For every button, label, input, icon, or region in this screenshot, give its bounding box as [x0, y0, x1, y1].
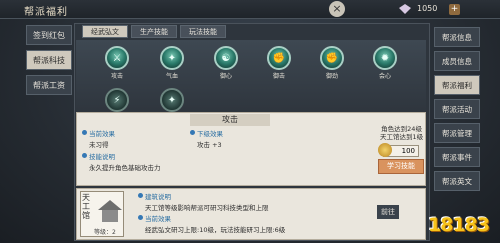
- next-effect-value: 攻击 +3: [197, 141, 222, 149]
- skill-detail-title: 攻击: [190, 114, 270, 126]
- skill-label: 气血: [165, 73, 178, 80]
- fist-icon: ✊: [320, 46, 344, 70]
- left-nav-signin[interactable]: 签到红包: [26, 25, 72, 45]
- right-nav-members[interactable]: 成员信息: [434, 51, 480, 71]
- skill-label: 御击: [272, 73, 285, 80]
- skill-crit[interactable]: ✹ 会心: [370, 46, 400, 80]
- bullet-icon: [138, 215, 143, 220]
- right-nav-extra[interactable]: 帮派英文: [434, 171, 480, 191]
- left-nav-salary[interactable]: 帮派工资: [26, 75, 72, 95]
- tab-gameplay[interactable]: 玩法技能: [180, 25, 226, 38]
- app-window: 帮派福利 × 1050 + 签到红包 帮派科技 帮派工资 经武弘文 生产技能 玩…: [0, 0, 500, 243]
- fist-icon: ✊: [267, 46, 291, 70]
- blood-icon: ✦: [160, 46, 184, 70]
- mind-icon: ☯: [214, 46, 238, 70]
- skill-label: 会心: [378, 73, 391, 80]
- currency-value: 1050: [417, 4, 438, 13]
- sword-icon: ⚔: [105, 46, 129, 70]
- right-nav-events[interactable]: 帮派事件: [434, 147, 480, 167]
- lightning-icon: ⚡: [105, 88, 129, 112]
- right-nav-welfare[interactable]: 帮派福利: [434, 75, 480, 95]
- right-nav: 帮派信息 成员信息 帮派福利 帮派活动 帮派管理 帮派事件 帮派英文: [434, 27, 480, 195]
- skill-label: 御心: [219, 73, 232, 80]
- building-level: 等级：2: [94, 229, 116, 236]
- skill-blade[interactable]: ✦: [157, 88, 187, 112]
- current-effect-value: 未习得: [89, 141, 109, 149]
- building-effect-value: 经武弘文研习上限:10级，玩法技能研习上限:6级: [145, 226, 286, 234]
- tab-jingwu[interactable]: 经武弘文: [82, 25, 128, 38]
- bullet-icon: [82, 130, 87, 135]
- skill-label: 攻击: [110, 73, 123, 80]
- skill-mind[interactable]: ☯ 御心: [211, 46, 241, 80]
- building-effect-label: 当前效果: [145, 215, 171, 223]
- left-nav-tech[interactable]: 帮派科技: [26, 50, 72, 70]
- building-body-icon: [102, 210, 118, 222]
- right-nav-info[interactable]: 帮派信息: [434, 27, 480, 47]
- add-currency-button[interactable]: +: [449, 4, 460, 15]
- building-desc-value: 天工馆等级影响帮派可研习科技类型和上限: [145, 204, 269, 212]
- building-name: 天工馆: [82, 193, 90, 220]
- skill-blood[interactable]: ✦ 气血: [157, 46, 187, 80]
- requirement-building: 天工馆达到1级: [380, 133, 424, 141]
- bullet-icon: [190, 130, 195, 135]
- skill-label: 御劲: [325, 73, 338, 80]
- watermark-logo: 18183: [428, 214, 490, 236]
- goto-button[interactable]: 前往: [377, 205, 399, 219]
- skill-desc-value: 永久提升角色基础攻击力: [89, 164, 161, 172]
- window-title: 帮派福利: [24, 7, 68, 18]
- bullet-icon: [82, 153, 87, 158]
- tab-production[interactable]: 生产技能: [131, 25, 177, 38]
- skill-force[interactable]: ✊ 御劲: [317, 46, 347, 80]
- skill-lightning[interactable]: ⚡: [102, 88, 132, 112]
- right-nav-activity[interactable]: 帮派活动: [434, 99, 480, 119]
- coin-icon: [378, 143, 392, 157]
- crit-icon: ✹: [373, 46, 397, 70]
- right-nav-manage[interactable]: 帮派管理: [434, 123, 480, 143]
- close-button[interactable]: ×: [329, 1, 345, 17]
- current-effect-label: 当前效果: [89, 130, 115, 138]
- bullet-icon: [138, 193, 143, 198]
- building-desc-label: 建筑说明: [145, 193, 171, 201]
- next-effect-label: 下级效果: [197, 130, 223, 138]
- skill-desc-label: 技能说明: [89, 153, 115, 161]
- skill-block[interactable]: ✊ 御击: [264, 46, 294, 80]
- blade-icon: ✦: [160, 88, 184, 112]
- requirement-level: 角色达到24级: [381, 125, 422, 133]
- requirement-text: 角色达到24级 天工馆达到1级: [380, 125, 423, 141]
- tab-bar: 经武弘文 生产技能 玩法技能: [82, 25, 226, 38]
- learn-skill-button[interactable]: 学习技能: [378, 159, 424, 174]
- skill-attack[interactable]: ⚔ 攻击: [102, 46, 132, 80]
- left-nav: 签到红包 帮派科技 帮派工资: [26, 25, 72, 100]
